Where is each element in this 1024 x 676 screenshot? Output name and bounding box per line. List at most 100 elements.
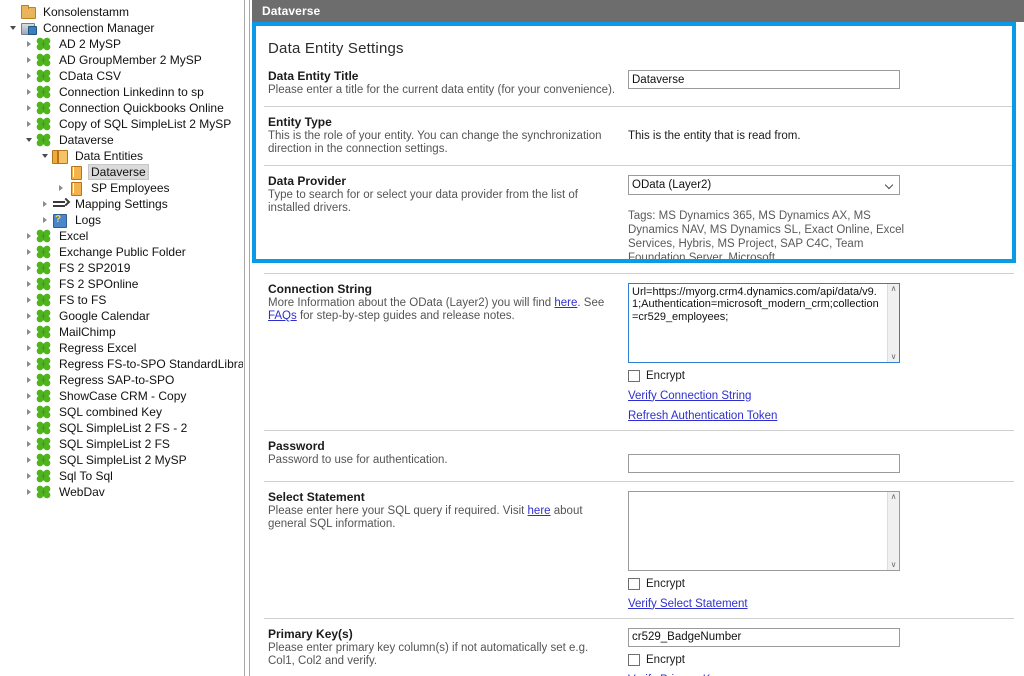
scroll-up-icon[interactable]: ∧ [891,284,897,294]
chevron-right-icon[interactable] [22,121,36,127]
chevron-right-icon[interactable] [38,217,52,223]
select-statement-textarea[interactable] [628,491,900,571]
chevron-right-icon[interactable] [22,89,36,95]
tree-item-google-calendar[interactable]: Google Calendar [0,308,243,324]
tree-item-fs-2-sponline[interactable]: FS 2 SPOnline [0,276,243,292]
refresh-authentication-token-link[interactable]: Refresh Authentication Token [628,410,777,422]
chevron-right-icon[interactable] [22,313,36,319]
connection-icon [36,453,52,467]
tree-item-mailchimp[interactable]: MailChimp [0,324,243,340]
tree-item-data-entities[interactable]: Data Entities [0,148,243,164]
chevron-right-icon[interactable] [22,489,36,495]
tree-item-dataverse[interactable]: Dataverse [0,132,243,148]
chevron-right-icon[interactable] [22,265,36,271]
connection-icon [36,341,52,355]
chevron-right-icon[interactable] [22,361,36,367]
tree-item-dataverse[interactable]: Dataverse [0,164,243,180]
tree-item-sql-simplelist-2-mysp[interactable]: SQL SimpleList 2 MySP [0,452,243,468]
tree-item-cdata-csv[interactable]: CData CSV [0,68,243,84]
scroll-down-icon[interactable]: ∨ [891,560,897,570]
chevron-right-icon[interactable] [22,441,36,447]
select-statement-scrollbar[interactable]: ∧ ∨ [887,492,899,570]
tree-item-logs[interactable]: Logs [0,212,243,228]
panel-body: Data Entity Settings Data Entity Title P… [252,22,1024,676]
tree-item-sql-simplelist-2-fs[interactable]: SQL SimpleList 2 FS [0,436,243,452]
chevron-right-icon[interactable] [22,249,36,255]
chevron-right-icon[interactable] [22,329,36,335]
tree-item-konsolenstamm[interactable]: Konsolenstamm [0,4,243,20]
connection-string-encrypt-row[interactable]: Encrypt [628,370,1014,382]
chevron-right-icon[interactable] [22,105,36,111]
chevron-right-icon[interactable] [22,281,36,287]
chevron-right-icon[interactable] [22,345,36,351]
primary-keys-input[interactable] [628,628,900,647]
data-provider-select[interactable]: OData (Layer2) [628,175,900,195]
tree-item-regress-excel[interactable]: Regress Excel [0,340,243,356]
panel-splitter[interactable] [243,0,252,676]
scroll-up-icon[interactable]: ∧ [891,492,897,502]
tree-item-fs-2-sp2019[interactable]: FS 2 SP2019 [0,260,243,276]
tree-item-ad-groupmember-2-mysp[interactable]: AD GroupMember 2 MySP [0,52,243,68]
chevron-right-icon[interactable] [22,409,36,415]
chevron-right-icon[interactable] [22,297,36,303]
tree-item-sp-employees[interactable]: SP Employees [0,180,243,196]
chevron-down-icon[interactable] [38,154,52,158]
connection-tree-panel[interactable]: KonsolenstammConnection ManagerAD 2 MySP… [0,0,243,676]
tree-item-copy-of-sql-simplelist-2-mysp[interactable]: Copy of SQL SimpleList 2 MySP [0,116,243,132]
chevron-right-icon[interactable] [22,393,36,399]
chevron-down-icon[interactable] [22,138,36,142]
tree-item-mapping-settings[interactable]: Mapping Settings [0,196,243,212]
tree-item-label: Connection Linkedinn to sp [56,84,207,100]
chevron-right-icon[interactable] [22,425,36,431]
tree-item-connection-quickbooks-online[interactable]: Connection Quickbooks Online [0,100,243,116]
select-statement-encrypt-row[interactable]: Encrypt [628,578,1014,590]
tree-item-excel[interactable]: Excel [0,228,243,244]
chevron-right-icon[interactable] [22,457,36,463]
chevron-right-icon[interactable] [22,57,36,63]
connection-string-textarea[interactable]: Url=https://myorg.crm4.dynamics.com/api/… [628,283,900,363]
chevron-down-icon[interactable] [6,26,20,30]
verify-connection-string-link[interactable]: Verify Connection String [628,390,751,402]
tree-item-label: Logs [72,212,104,228]
scroll-down-icon[interactable]: ∨ [891,352,897,362]
select-statement-encrypt-checkbox[interactable] [628,578,640,590]
verify-select-statement-link[interactable]: Verify Select Statement [628,598,748,610]
tree-item-sql-to-sql[interactable]: Sql To Sql [0,468,243,484]
connection-string-here-link[interactable]: here [554,297,577,309]
chevron-right-icon[interactable] [22,473,36,479]
chevron-right-icon[interactable] [22,233,36,239]
chevron-right-icon[interactable] [54,185,68,191]
entity-type-label: Entity Type [268,115,616,129]
tree-item-showcase-crm-copy[interactable]: ShowCase CRM - Copy [0,388,243,404]
tree-item-ad-2-mysp[interactable]: AD 2 MySP [0,36,243,52]
primary-keys-encrypt-checkbox[interactable] [628,654,640,666]
chevron-right-icon[interactable] [22,41,36,47]
connection-string-encrypt-checkbox[interactable] [628,370,640,382]
password-input[interactable] [628,454,900,473]
tree-item-connection-linkedinn-to-sp[interactable]: Connection Linkedinn to sp [0,84,243,100]
entity-type-value: This is the entity that is read from. [628,116,1014,142]
tree-item-label: CData CSV [56,68,124,84]
chevron-right-icon[interactable] [22,73,36,79]
primary-keys-label: Primary Key(s) [268,627,616,641]
data-entity-title-input[interactable] [628,70,900,89]
tree-item-regress-fs-to-spo-standardlibrary[interactable]: Regress FS-to-SPO StandardLibrary [0,356,243,372]
select-statement-here-link[interactable]: here [528,505,551,517]
connection-string-scrollbar[interactable]: ∧ ∨ [887,284,899,362]
tree-item-webdav[interactable]: WebDav [0,484,243,500]
chevron-right-icon[interactable] [22,377,36,383]
row-field-block [628,69,1014,89]
tree-item-fs-to-fs[interactable]: FS to FS [0,292,243,308]
tree-item-label: Dataverse [88,164,149,180]
connection-string-faqs-link[interactable]: FAQs [268,310,297,322]
tree-item-sql-combined-key[interactable]: SQL combined Key [0,404,243,420]
tree-item-label: Sql To Sql [56,468,116,484]
password-desc: Password to use for authentication. [268,454,616,468]
primary-keys-encrypt-row[interactable]: Encrypt [628,654,1014,666]
tree-item-exchange-public-folder[interactable]: Exchange Public Folder [0,244,243,260]
connection-icon [36,229,52,243]
tree-item-sql-simplelist-2-fs-2[interactable]: SQL SimpleList 2 FS - 2 [0,420,243,436]
tree-item-regress-sap-to-spo[interactable]: Regress SAP-to-SPO [0,372,243,388]
chevron-right-icon[interactable] [38,201,52,207]
tree-item-connection-manager[interactable]: Connection Manager [0,20,243,36]
